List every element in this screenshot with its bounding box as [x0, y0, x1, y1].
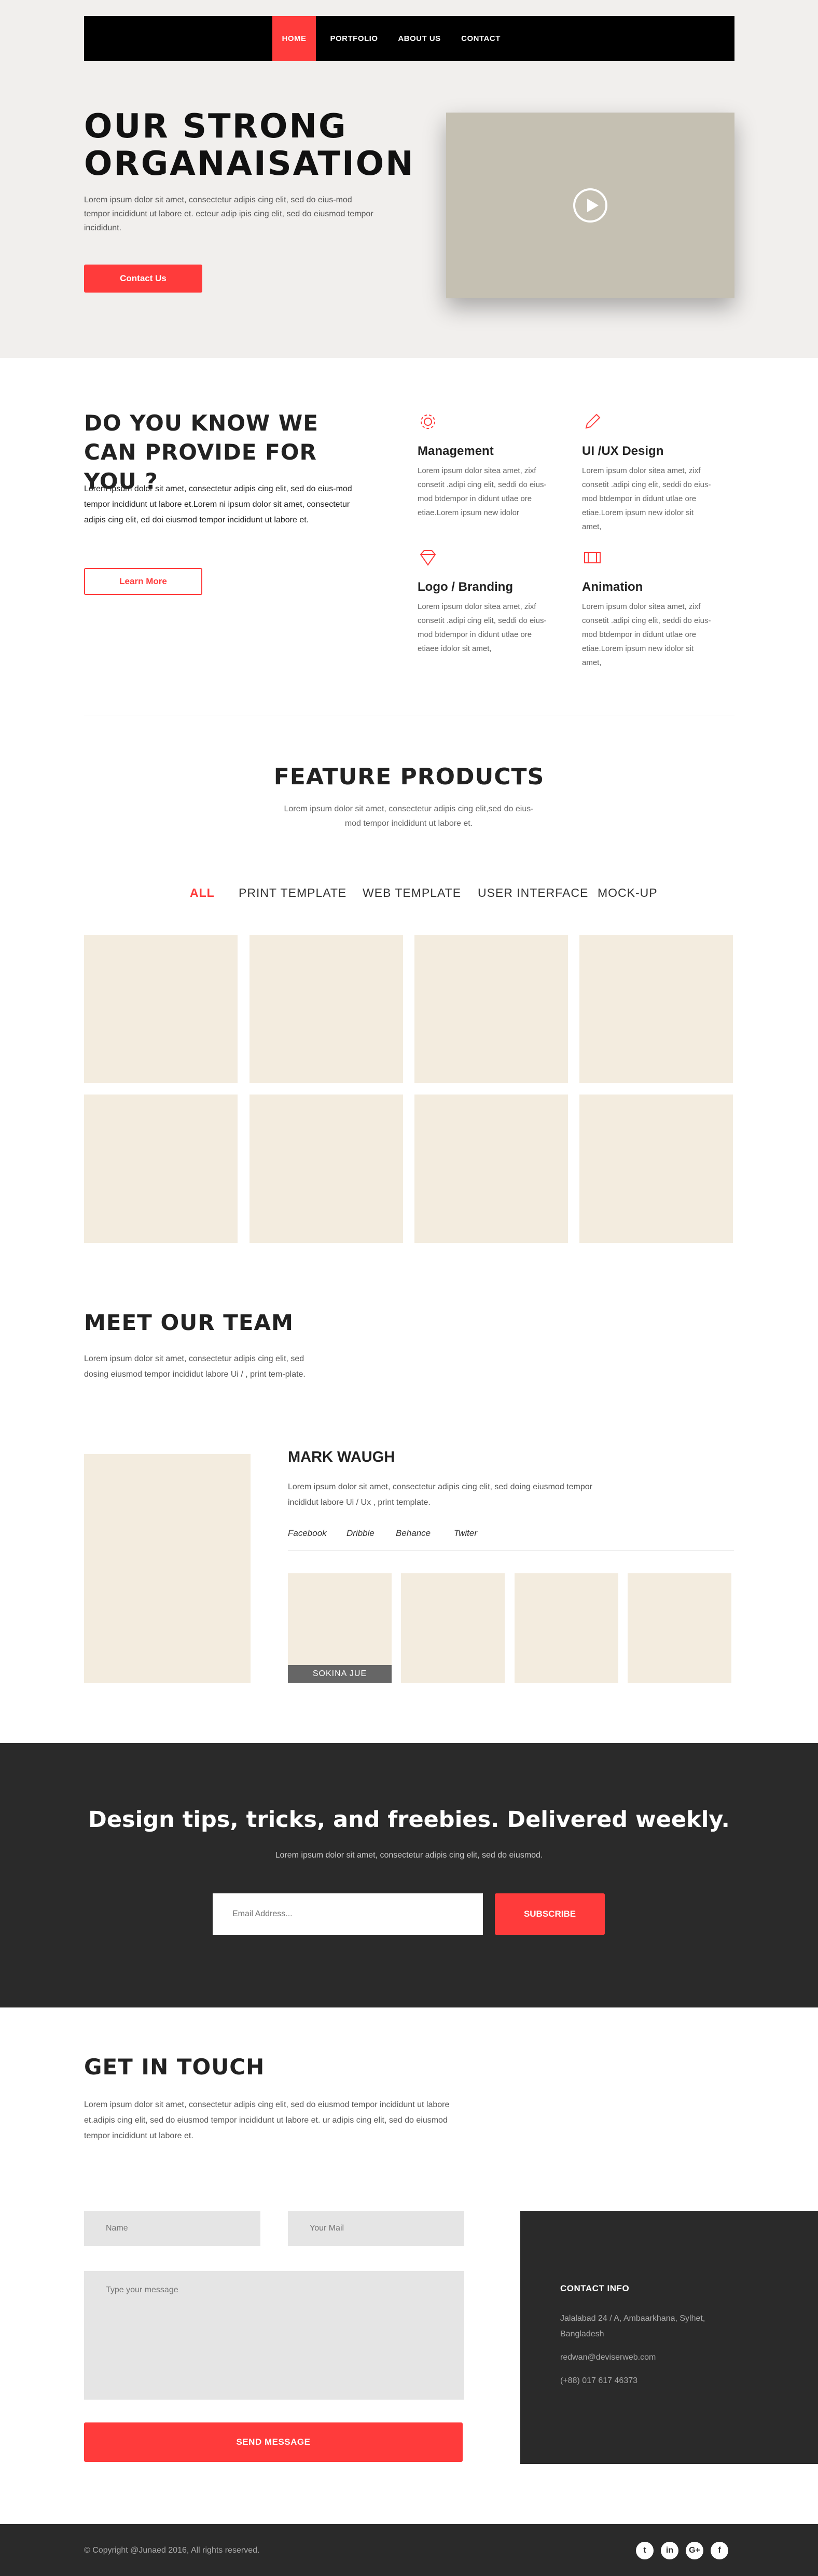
nav-contact[interactable]: CONTACT [457, 16, 504, 61]
newsletter-section [0, 1743, 818, 2007]
contact-info-title: CONTACT INFO [560, 2283, 630, 2293]
linkedin-icon[interactable]: in [661, 2542, 678, 2559]
gear-icon [421, 414, 435, 429]
googleplus-icon[interactable]: G+ [686, 2542, 703, 2559]
contact-us-button[interactable]: Contact Us [84, 265, 202, 293]
hero-title-line2: ORGANAISATION [84, 145, 415, 183]
play-icon[interactable] [573, 188, 607, 223]
team-thumb[interactable] [401, 1573, 505, 1683]
products-subtitle: Lorem ipsum dolor sit amet, consectetur … [284, 805, 534, 828]
subscribe-button[interactable]: SUBSCRIBE [495, 1893, 605, 1935]
product-tile[interactable] [579, 935, 733, 1083]
facebook-icon[interactable]: f [711, 2542, 728, 2559]
member-photo [84, 1454, 251, 1683]
member-name: MARK WAUGH [288, 1449, 395, 1465]
contact-email[interactable]: redwan@deviserweb.com [560, 2350, 726, 2365]
service-card-logo-branding: Logo / Branding Lorem ipsum dolor sitea … [418, 547, 550, 656]
team-title: MEET OUR TEAM [84, 1310, 294, 1335]
service-card-management: Management Lorem ipsum dolor sitea amet,… [418, 411, 550, 520]
service-text: Lorem ipsum dolor sitea amet, zixf conse… [418, 466, 547, 517]
hero-title-line1: OUR STRONG [84, 107, 348, 146]
service-title: UI /UX Design [582, 444, 664, 458]
products-title: FEATURE PRODUCTS [273, 764, 545, 790]
contact-phone: (+88) 017 617 46373 [560, 2376, 638, 2385]
name-field[interactable] [84, 2211, 260, 2246]
product-tile[interactable] [414, 1095, 568, 1243]
hero-title: OUR STRONG ORGANAISATION [84, 108, 415, 183]
service-text: Lorem ipsum dolor sitea amet, zixf conse… [418, 602, 547, 653]
social-link-behance[interactable]: Behance [396, 1528, 431, 1539]
newsletter-title: Design tips, tricks, and freebies. Deliv… [88, 1807, 730, 1833]
nav-portfolio[interactable]: PORTFOLIO [327, 16, 381, 61]
service-title: Management [418, 444, 494, 458]
pencil-icon [585, 413, 601, 429]
contact-title: GET IN TOUCH [84, 2054, 265, 2080]
team-thumb[interactable] [515, 1573, 618, 1683]
services-text: Lorem ipsum dolor sit amet, consectetur … [84, 484, 352, 524]
team-text: Lorem ipsum dolor sit amet, consectetur … [84, 1354, 306, 1379]
learn-more-button[interactable]: Learn More [84, 568, 202, 595]
filter-web-template[interactable]: WEB TEMPLATE [363, 886, 461, 900]
product-tile[interactable] [249, 935, 403, 1083]
service-card-uiux: UI /UX Design Lorem ipsum dolor sitea am… [582, 411, 714, 534]
filter-mock-up[interactable]: MOCK-UP [598, 886, 658, 900]
hero-text: Lorem ipsum dolor sit amet, consectetur … [84, 196, 373, 232]
copyright-text: © Copyright @Junaed 2016, All rights res… [84, 2546, 260, 2555]
service-text: Lorem ipsum dolor sitea amet, zixf conse… [582, 466, 711, 531]
social-link-facebook[interactable]: Facebook [288, 1528, 327, 1539]
product-tile[interactable] [84, 935, 238, 1083]
service-text: Lorem ipsum dolor sitea amet, zixf conse… [582, 602, 711, 667]
service-card-animation: Animation Lorem ipsum dolor sitea amet, … [582, 547, 714, 670]
mail-field[interactable] [288, 2211, 464, 2246]
contact-text: Lorem ipsum dolor sit amet, consectetur … [84, 2100, 450, 2140]
top-navbar: HOME PORTFOLIO ABOUT US CONTACT [84, 16, 734, 61]
diamond-icon [420, 550, 436, 566]
nav-about-us[interactable]: ABOUT US [392, 16, 447, 61]
team-thumb[interactable] [628, 1573, 731, 1683]
newsletter-email-input[interactable] [213, 1893, 483, 1935]
newsletter-subtitle: Lorem ipsum dolor sit amet, consectetur … [275, 1851, 543, 1860]
video-player[interactable] [446, 113, 734, 298]
member-bio: Lorem ipsum dolor sit amet, consectetur … [288, 1483, 592, 1507]
twitter-icon[interactable]: t [636, 2542, 654, 2559]
product-tile[interactable] [579, 1095, 733, 1243]
nav-home[interactable]: HOME [272, 16, 316, 61]
team-thumb-label: SOKINA JUE [288, 1665, 392, 1683]
service-title: Animation [582, 580, 643, 594]
film-icon [584, 552, 601, 563]
service-title: Logo / Branding [418, 580, 513, 594]
product-tile[interactable] [84, 1095, 238, 1243]
filter-all[interactable]: ALL [190, 886, 215, 900]
product-tile[interactable] [414, 935, 568, 1083]
product-tile[interactable] [249, 1095, 403, 1243]
social-link-twitter[interactable]: Twiter [454, 1528, 477, 1539]
filter-print-template[interactable]: PRINT TEMPLATE [239, 886, 346, 900]
contact-address: Jalalabad 24 / A, Ambaarkhana, Sylhet, B… [560, 2314, 705, 2338]
filter-user-interface[interactable]: USER INTERFACE [478, 886, 588, 900]
social-link-dribble[interactable]: Dribble [346, 1528, 375, 1539]
message-field[interactable] [84, 2271, 464, 2400]
send-message-button[interactable]: SEND MESSAGE [84, 2422, 463, 2462]
